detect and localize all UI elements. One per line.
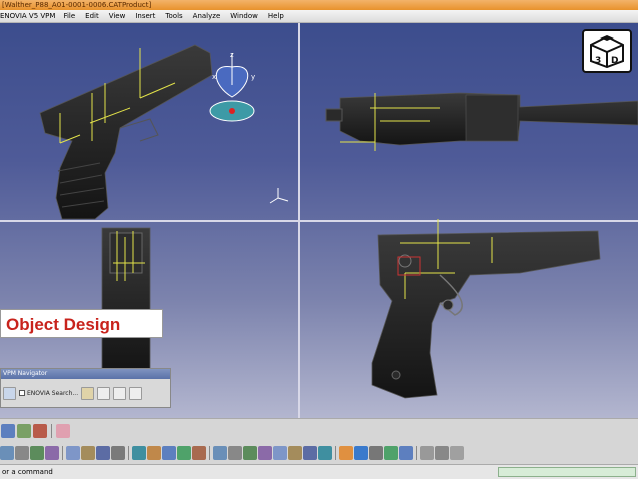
window-title-bar[interactable]: [Walther_P88_A01-0001-0006.CATProduct]: [0, 0, 638, 10]
pistol-isometric-view[interactable]: [39, 44, 213, 220]
view-icon-h[interactable]: [273, 446, 287, 460]
compass-z-label: z: [230, 51, 234, 59]
view-icon-j[interactable]: [303, 446, 317, 460]
pistol-rear-view[interactable]: [101, 227, 151, 374]
fit-all-icon[interactable]: [66, 446, 80, 460]
3d-logo: 3 D: [582, 29, 632, 73]
view-icon-b[interactable]: [177, 446, 191, 460]
menu-insert[interactable]: Insert: [131, 12, 161, 20]
enovia-search-option[interactable]: ENOVIA Search...: [19, 390, 78, 397]
toolbar-separator: [209, 446, 210, 460]
view-icon-f[interactable]: [243, 446, 257, 460]
compass-x-label: x: [212, 73, 216, 81]
view-icon-d[interactable]: [213, 446, 227, 460]
logo-text-d: D: [611, 56, 618, 66]
model-scene[interactable]: z x y: [0, 23, 638, 418]
manipulate-icon[interactable]: [17, 423, 31, 438]
3d-viewport[interactable]: z x y 3 D Object Design VPM Navigator EN…: [0, 23, 638, 418]
command-input[interactable]: [498, 467, 636, 477]
view-icon-s[interactable]: [450, 446, 464, 460]
view-icon-g[interactable]: [258, 446, 272, 460]
view-icon-a[interactable]: [162, 446, 176, 460]
view-icon-i[interactable]: [288, 446, 302, 460]
toolbar-separator: [335, 446, 336, 460]
enovia-search-checkbox[interactable]: [19, 390, 25, 396]
navigator-open-icon[interactable]: [81, 386, 95, 400]
enovia-search-label: ENOVIA Search...: [27, 389, 79, 397]
navigator-refresh-icon[interactable]: [97, 386, 111, 400]
assembly-icon[interactable]: [1, 423, 15, 438]
cube-icon: 3 D: [590, 35, 624, 68]
toolbar-separator: [51, 423, 52, 438]
menu-file[interactable]: File: [59, 12, 81, 20]
normal-view-icon[interactable]: [81, 446, 95, 460]
menu-bar: ENOVIA V5 VPM File Edit View Insert Tool…: [0, 10, 638, 23]
catia-window: [Walther_P88_A01-0001-0006.CATProduct] E…: [0, 0, 638, 479]
toolbar-separator: [62, 446, 63, 460]
toolbar-assembly: [0, 418, 638, 442]
vpm-navigator-toolbar[interactable]: VPM Navigator ENOVIA Search...: [0, 368, 171, 408]
view-icon-p[interactable]: [399, 446, 413, 460]
view-icon-q[interactable]: [420, 446, 434, 460]
window-title: [Walther_P88_A01-0001-0006.CATProduct]: [2, 1, 152, 9]
compass-widget[interactable]: z x y: [209, 51, 255, 122]
menu-enovia[interactable]: ENOVIA V5 VPM: [0, 12, 59, 20]
section-icon[interactable]: [147, 446, 161, 460]
axis-triad: [269, 188, 289, 204]
rotate-icon[interactable]: [45, 446, 59, 460]
pan-icon[interactable]: [30, 446, 44, 460]
view-icon-m[interactable]: [354, 446, 368, 460]
navigator-tree-icon[interactable]: [3, 386, 16, 400]
compass-y-label: y: [251, 73, 255, 81]
view-icon-r[interactable]: [435, 446, 449, 460]
object-design-label: Object Design: [0, 309, 163, 338]
navigator-settings-icon[interactable]: [113, 386, 127, 400]
pistol-side-view[interactable]: [371, 219, 601, 399]
view-icon-e[interactable]: [228, 446, 242, 460]
view-icon-l[interactable]: [339, 446, 353, 460]
vpm-navigator-row: ENOVIA Search...: [1, 379, 170, 407]
logo-text-3: 3: [595, 56, 601, 66]
render-style-icon[interactable]: [96, 446, 110, 460]
menu-window[interactable]: Window: [226, 12, 264, 20]
menu-help[interactable]: Help: [264, 12, 290, 20]
vpm-navigator-title: VPM Navigator: [1, 369, 170, 379]
menu-edit[interactable]: Edit: [81, 12, 105, 20]
navigator-close-icon[interactable]: [129, 386, 143, 400]
toolbar-view: [0, 442, 638, 464]
menu-analyze[interactable]: Analyze: [189, 12, 227, 20]
menu-view[interactable]: View: [105, 12, 132, 20]
command-prompt-label: or a command: [2, 468, 53, 476]
snap-icon[interactable]: [0, 446, 14, 460]
view-icon-n[interactable]: [369, 446, 383, 460]
status-bar: or a command: [0, 464, 638, 479]
measure-icon[interactable]: [132, 446, 146, 460]
menu-tools[interactable]: Tools: [161, 12, 188, 20]
pistol-top-view[interactable]: [325, 92, 638, 151]
view-icon-k[interactable]: [318, 446, 332, 460]
view-icon-c[interactable]: [192, 446, 206, 460]
view-icon-o[interactable]: [384, 446, 398, 460]
toolbar-separator: [128, 446, 129, 460]
update-icon[interactable]: [56, 423, 70, 438]
viewport-divider-horizontal: [0, 220, 638, 222]
toolbar-separator: [416, 446, 417, 460]
hide-show-icon[interactable]: [111, 446, 125, 460]
constraint-icon[interactable]: [33, 423, 47, 438]
zoom-icon[interactable]: [15, 446, 29, 460]
